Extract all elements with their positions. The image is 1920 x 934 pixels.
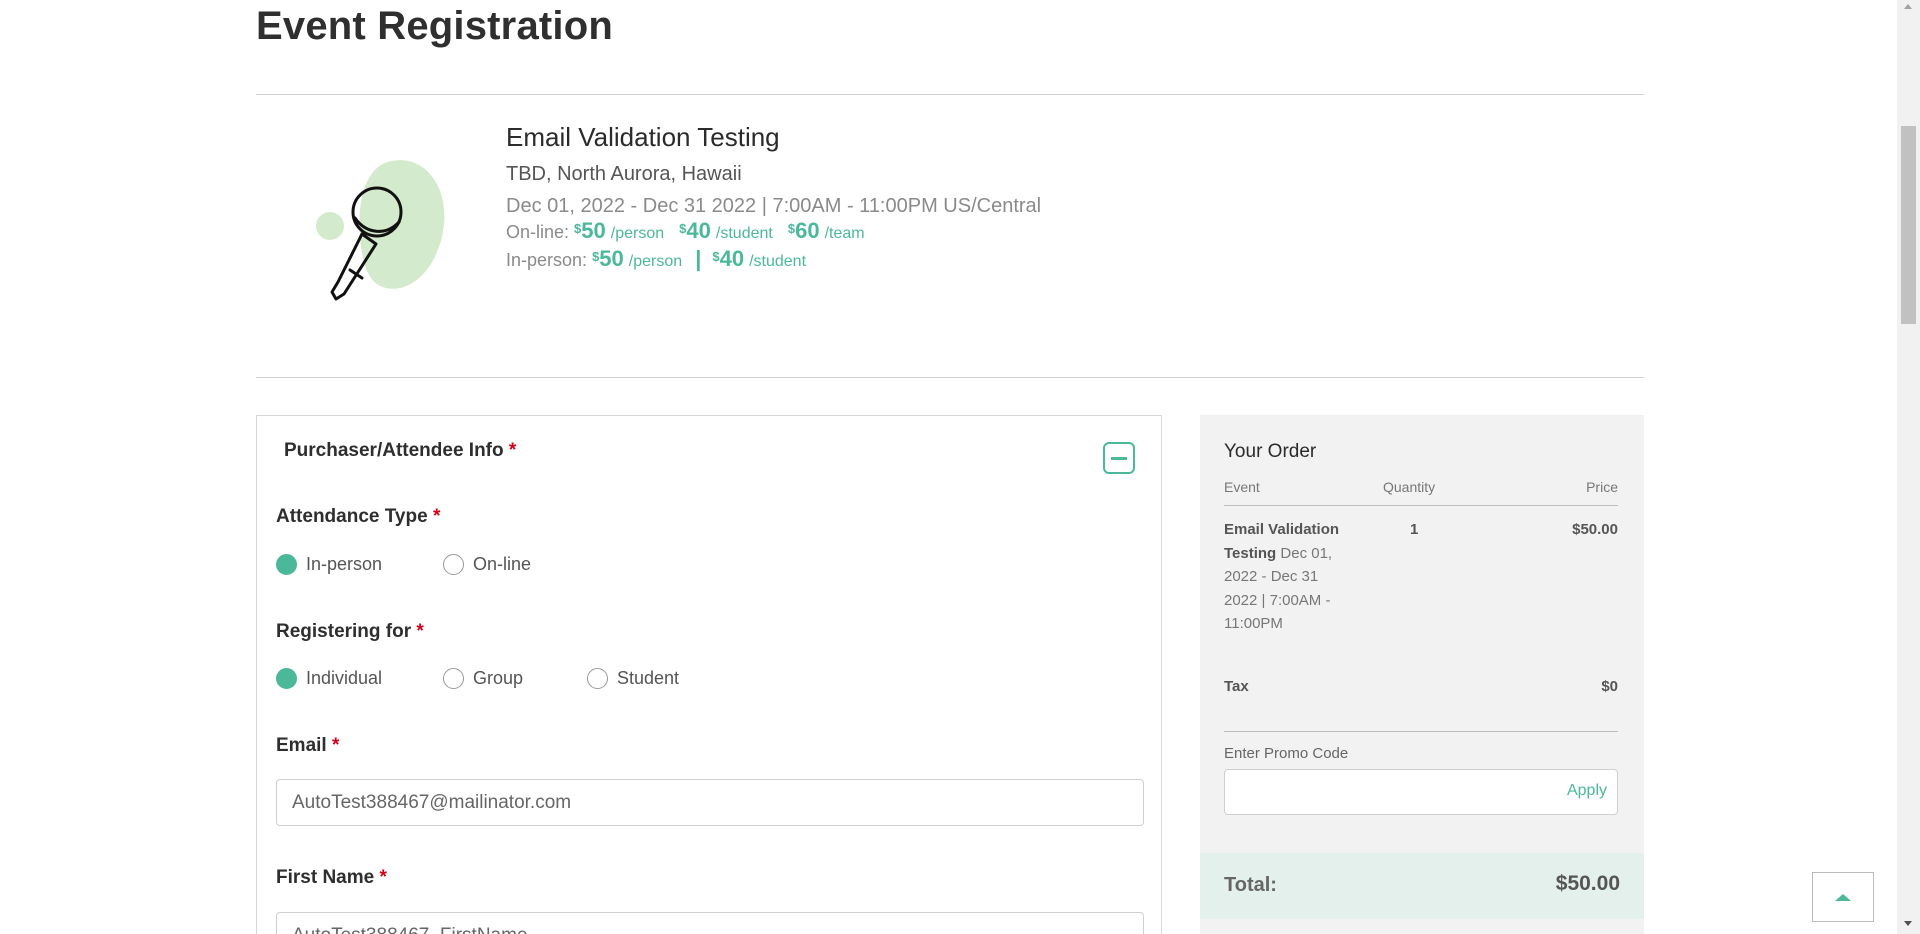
event-info: Email Validation Testing TBD, North Auro… — [506, 122, 1041, 274]
radio-empty-icon — [443, 668, 464, 689]
price-unit: /team — [824, 225, 865, 242]
scrollbar[interactable] — [1897, 0, 1920, 934]
radio-selected-icon — [276, 554, 297, 575]
section-title: Purchaser/Attendee Info * — [284, 440, 517, 461]
event-location: TBD, North Aurora, Hawaii — [506, 163, 742, 185]
scroll-down-icon[interactable] — [1904, 921, 1912, 926]
inperson-label: In-person: — [506, 250, 588, 270]
promo-label: Enter Promo Code — [1224, 745, 1349, 762]
event-name: Email Validation Testing — [506, 122, 780, 152]
order-item-description: Email Validation Testing Dec 01, 2022 - … — [1224, 521, 1340, 632]
scroll-up-icon[interactable] — [1904, 4, 1912, 9]
radio-empty-icon — [587, 668, 608, 689]
event-date-range: Dec 01, 2022 - Dec 31 2022 | 7:00AM - 11… — [506, 195, 1042, 217]
page-title: Event Registration — [256, 4, 613, 48]
radio-empty-icon — [443, 554, 464, 575]
minus-icon — [1111, 456, 1127, 460]
first-name-label: First Name * — [276, 867, 387, 888]
arrow-up-icon — [1835, 893, 1851, 901]
total-label: Total: — [1224, 874, 1277, 896]
promo-box: Apply — [1224, 769, 1618, 815]
price-unit: /person — [610, 225, 665, 242]
price-unit: /student — [749, 253, 807, 270]
registering-for-label: Registering for * — [276, 621, 424, 642]
price-amount: $50 — [574, 218, 606, 243]
total-value: $50.00 — [1555, 872, 1620, 895]
radio-in-person[interactable]: In-person — [276, 554, 382, 575]
tax-value: $0 — [1601, 678, 1618, 695]
attendance-type-label: Attendance Type * — [276, 506, 441, 527]
col-event: Event — [1224, 479, 1260, 495]
price-amount: $40 — [679, 218, 711, 243]
tax-label: Tax — [1224, 678, 1249, 695]
radio-student[interactable]: Student — [587, 668, 679, 689]
col-price: Price — [1586, 479, 1618, 495]
radio-selected-icon — [276, 668, 297, 689]
price-amount: $60 — [787, 218, 820, 243]
first-name-field[interactable] — [276, 912, 1144, 934]
online-label: On-line: — [506, 222, 570, 242]
divider — [256, 94, 1644, 95]
price-separator: | — [695, 246, 702, 271]
attendee-info-panel: Purchaser/Attendee Info * Attendance Typ… — [256, 415, 1162, 934]
order-item-price: $50.00 — [1572, 521, 1618, 538]
divider — [1224, 731, 1618, 732]
radio-group[interactable]: Group — [443, 668, 523, 689]
radio-on-line[interactable]: On-line — [443, 554, 531, 575]
scrollbar-thumb[interactable] — [1901, 126, 1916, 324]
col-quantity: Quantity — [1383, 479, 1436, 495]
promo-code-input[interactable] — [1235, 778, 1555, 806]
price-amount: $40 — [712, 246, 745, 271]
total-bar: Total: $50.00 — [1200, 853, 1644, 919]
inperson-prices: In-person: $50 /person | $40 /student — [506, 246, 1041, 274]
order-title: Your Order — [1224, 441, 1317, 462]
online-prices: On-line: $50 /person $40 /student $60 /t… — [506, 218, 1041, 246]
email-label: Email * — [276, 735, 340, 756]
order-item-quantity: 1 — [1410, 521, 1419, 538]
collapse-button[interactable] — [1103, 442, 1135, 474]
radio-individual[interactable]: Individual — [276, 668, 382, 689]
apply-button[interactable]: Apply — [1567, 782, 1607, 800]
order-summary: Your Order Event Quantity Price Email Va… — [1200, 415, 1644, 934]
price-amount: $50 — [592, 246, 624, 271]
microphone-icon — [316, 160, 445, 301]
price-unit: /student — [715, 225, 773, 242]
divider — [1224, 505, 1618, 506]
price-unit: /person — [628, 253, 683, 270]
divider — [256, 377, 1644, 378]
email-field[interactable] — [276, 779, 1144, 826]
back-to-top-button[interactable] — [1812, 872, 1874, 922]
